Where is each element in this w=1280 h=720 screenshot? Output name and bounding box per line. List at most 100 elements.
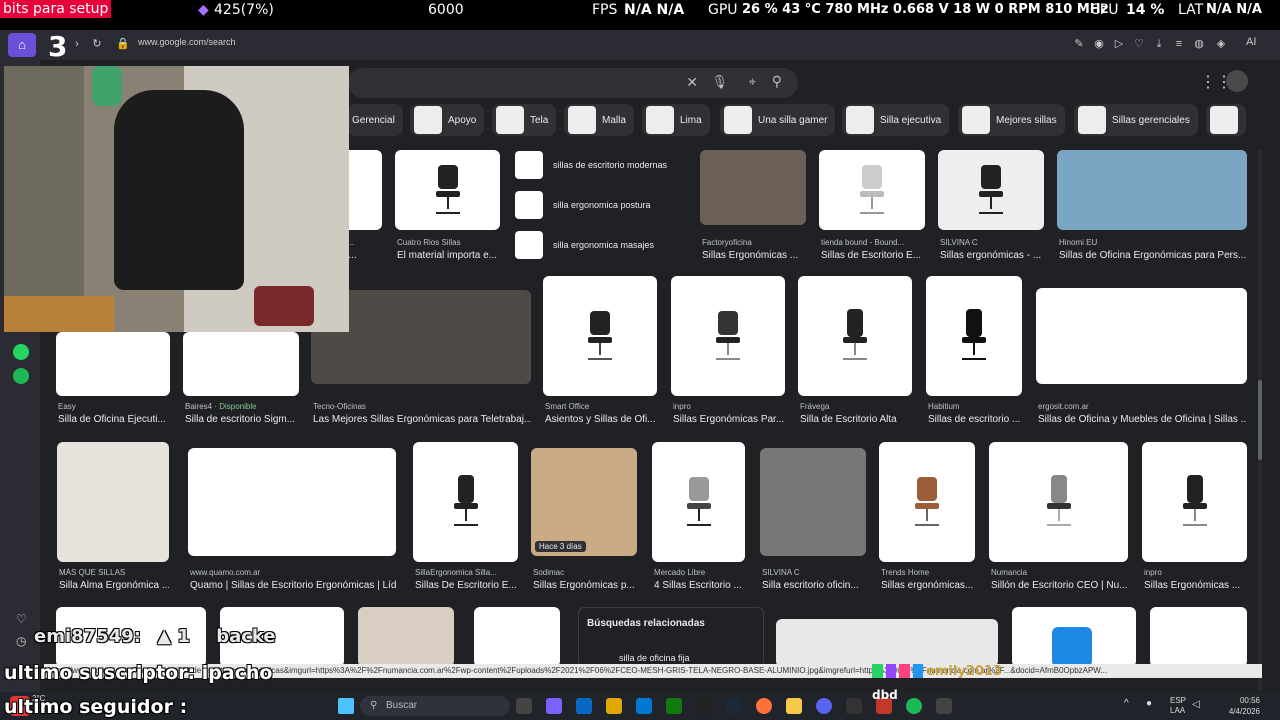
spotify-icon[interactable] [13, 368, 29, 384]
result-title[interactable]: Sillas ergonómicas - ... [940, 250, 1044, 261]
result-title[interactable]: Sillas de Escritorio E... [821, 250, 925, 261]
result-image[interactable] [413, 442, 518, 562]
app-icon[interactable] [936, 698, 952, 714]
result-title[interactable]: Sillón de Escritorio CEO | Nu... [991, 580, 1128, 591]
extension-icon[interactable]: ◈ [1214, 37, 1228, 51]
result-image[interactable] [188, 448, 396, 556]
favorites-icon[interactable]: ♡ [16, 612, 27, 626]
chip-gerencial[interactable]: Gerencial [348, 104, 403, 136]
result-image[interactable] [760, 448, 866, 556]
scrollbar-track[interactable] [1258, 150, 1262, 690]
tray-chevron-icon[interactable]: ^ [1124, 698, 1129, 709]
result-image[interactable] [183, 332, 299, 396]
result-image[interactable] [776, 619, 998, 667]
firefox-icon[interactable] [756, 698, 772, 714]
epic-icon[interactable] [696, 698, 712, 714]
result-card[interactable]: Smart Office Asientos y Sillas de Ofi... [543, 276, 657, 432]
result-title[interactable]: 4 Sillas Escritorio ... [654, 580, 745, 591]
result-card[interactable]: SILVINA C Silla escritorio oficin... [760, 448, 866, 598]
result-card[interactable]: tienda bound - Bound... Sillas de Escrit… [819, 150, 925, 262]
address-bar[interactable]: www.google.com/search [138, 37, 236, 47]
store-icon[interactable] [636, 698, 652, 714]
chip-more[interactable] [1206, 104, 1246, 136]
result-card[interactable]: Easy Silla de Oficina Ejecuti... [56, 332, 170, 432]
chip-lima[interactable]: Lima [642, 104, 710, 136]
taskbar-search[interactable]: ⚲ Buscar [360, 696, 510, 716]
result-image[interactable] [395, 150, 500, 230]
result-title[interactable]: Sillas de escritorio ... [928, 414, 1022, 425]
result-card[interactable]: Hace 3 días Sodimac Sillas Ergonómicas p… [531, 448, 637, 598]
steam-icon[interactable] [726, 698, 742, 714]
result-title[interactable]: Silla de Oficina Ejecuti... [58, 414, 170, 425]
chip-silla-ejecutiva[interactable]: Silla ejecutiva [842, 104, 950, 136]
result-image[interactable] [474, 607, 560, 667]
result-card[interactable]: inpro Sillas Ergonómicas ... [1142, 442, 1247, 598]
result-image[interactable] [1036, 288, 1247, 384]
result-title[interactable]: Silla de escritorio Sigm... [185, 414, 299, 425]
profile-icon[interactable]: ◍ [1192, 37, 1206, 51]
result-card[interactable]: Factoryoficina Sillas Ergonómicas ... [700, 150, 806, 262]
result-card[interactable]: Baires4 · Disponible Silla de escritorio… [183, 332, 299, 432]
result-image[interactable] [652, 442, 745, 562]
search-input[interactable]: ✕ 🎙 ⌖ ⚲ [348, 68, 798, 98]
search-icon[interactable]: ⚲ [772, 73, 782, 90]
result-card[interactable]: www.quamo.com.ar Quamo | Sillas de Escri… [188, 448, 396, 598]
edit-icon[interactable]: ✎ [1072, 37, 1086, 51]
clear-icon[interactable]: ✕ [686, 74, 698, 91]
chip-sillas-gerenciales[interactable]: Sillas gerenciales [1074, 104, 1198, 136]
result-card[interactable]: Habitium Sillas de escritorio ... [926, 276, 1022, 432]
result-image[interactable] [879, 442, 975, 562]
result-card[interactable]: Mercado Libre 4 Sillas Escritorio ... [652, 442, 745, 598]
result-image[interactable] [56, 332, 170, 396]
result-image[interactable] [926, 276, 1022, 396]
explorer-icon[interactable] [606, 698, 622, 714]
result-title[interactable]: Sillas Ergonómicas ... [1144, 580, 1247, 591]
result-image[interactable] [1012, 607, 1136, 667]
result-card[interactable]: Hinomi EU Sillas de Oficina Ergonómicas … [1057, 150, 1247, 262]
speaker-icon[interactable]: ◁ [1192, 699, 1200, 710]
avatar[interactable] [1226, 70, 1248, 92]
result-title[interactable]: Sillas Ergonómicas ... [702, 250, 806, 261]
task-view-icon[interactable] [516, 698, 532, 714]
download-icon[interactable]: ⤓ [1152, 37, 1166, 51]
result-title[interactable]: Sillas de Oficina y Muebles de Oficina |… [1038, 414, 1247, 425]
result-title[interactable]: Sillas ergonómicas... [881, 580, 975, 591]
app-icon[interactable] [546, 698, 562, 714]
language-indicator[interactable]: ESP LAA [1170, 696, 1186, 716]
result-card[interactable]: SillaErgonomica Silla... Sillas De Escri… [413, 442, 518, 598]
result-image[interactable] [671, 276, 785, 396]
heart-icon[interactable]: ♡ [1132, 37, 1146, 51]
chip-malla[interactable]: Malla [564, 104, 634, 136]
windows-start-icon[interactable] [338, 698, 354, 714]
ai-button[interactable]: AI [1246, 36, 1256, 48]
app-icon[interactable] [576, 698, 592, 714]
result-title[interactable]: Asientos y Sillas de Ofi... [545, 414, 657, 425]
result-card[interactable]: Trends Home Sillas ergonómicas... [879, 442, 975, 598]
spotify-icon[interactable] [906, 698, 922, 714]
mic-icon[interactable]: 🎙 [711, 74, 728, 90]
result-title[interactable]: Sillas Ergonómicas p... [533, 580, 637, 591]
result-title[interactable]: Las Mejores Sillas Ergonómicas para Tele… [313, 414, 531, 425]
related-search-item[interactable]: silla de oficina fija [619, 653, 690, 663]
result-card[interactable]: Cuatro Rios Sillas El material importa e… [395, 150, 500, 262]
result-title[interactable]: El material importa e... [397, 250, 500, 261]
history-icon[interactable]: ◷ [16, 634, 26, 648]
result-image[interactable] [1057, 150, 1247, 230]
result-image[interactable] [938, 150, 1044, 230]
browser-home-icon[interactable]: ⌂ [8, 33, 36, 57]
result-card[interactable]: inpro Sillas Ergonómicas Par... [671, 276, 785, 432]
result-title[interactable]: Sillas De Escritorio E... [415, 580, 518, 591]
scrollbar-thumb[interactable] [1258, 380, 1262, 460]
result-card[interactable]: SILVINA C Sillas ergonómicas - ... [938, 150, 1044, 262]
mic-icon[interactable]: ● [1146, 698, 1152, 709]
result-card[interactable]: Numancia Sillón de Escritorio CEO | Nu..… [989, 442, 1128, 598]
chip-mejores-sillas[interactable]: Mejores sillas [958, 104, 1065, 136]
related-item[interactable]: silla ergonomica postura [515, 187, 685, 223]
discord-icon[interactable] [816, 698, 832, 714]
menu-icon[interactable]: ≡ [1172, 37, 1186, 51]
folder-icon[interactable] [786, 698, 802, 714]
chip-una-silla-gamer[interactable]: Una silla gamer [720, 104, 836, 136]
result-card[interactable]: ergosit.com.ar Sillas de Oficina y Muebl… [1036, 288, 1247, 432]
chip-tela[interactable]: Tela [492, 104, 557, 136]
xbox-icon[interactable] [666, 698, 682, 714]
